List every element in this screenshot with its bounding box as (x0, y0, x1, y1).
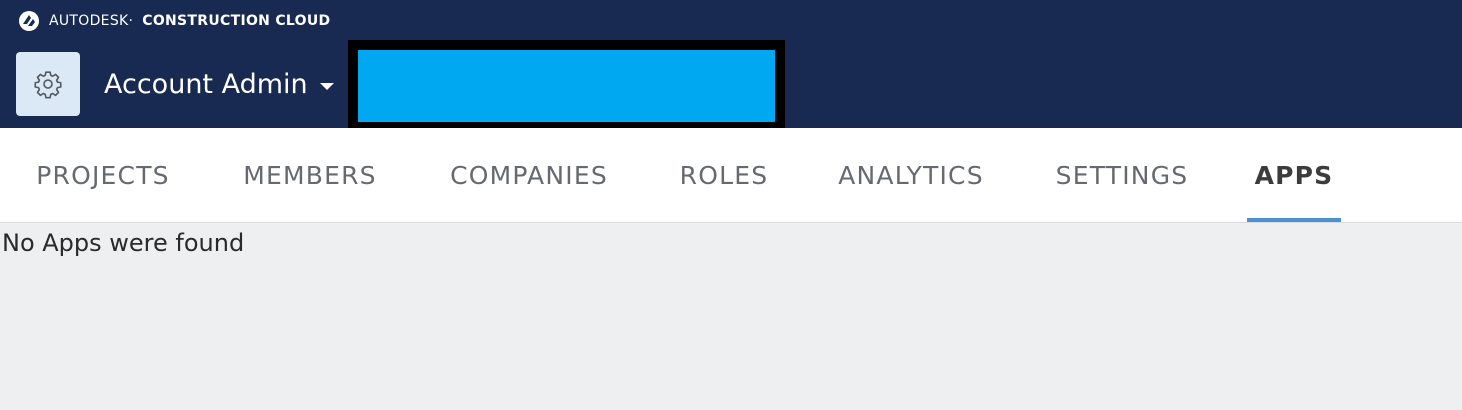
app-title: Account Admin (104, 68, 308, 100)
tab-label: MEMBERS (243, 160, 377, 190)
tab-apps[interactable]: APPS (1247, 128, 1341, 222)
tab-label: ROLES (679, 160, 769, 190)
brand-name-regular: AUTODESK· (49, 13, 134, 29)
tab-settings[interactable]: SETTINGS (1038, 128, 1206, 222)
tab-label: SETTINGS (1055, 160, 1189, 190)
brand: AUTODESK· CONSTRUCTION CLOUD (18, 10, 330, 32)
tab-roles[interactable]: ROLES (664, 128, 784, 222)
tab-bar: PROJECTS MEMBERS COMPANIES ROLES ANALYTI… (0, 128, 1462, 223)
tab-analytics[interactable]: ANALYTICS (822, 128, 1000, 222)
gear-icon (34, 71, 62, 99)
tab-label: APPS (1254, 160, 1334, 190)
tab-projects[interactable]: PROJECTS (17, 128, 189, 222)
brand-name-bold: CONSTRUCTION CLOUD (142, 13, 331, 29)
settings-button[interactable] (16, 52, 80, 116)
tab-label: PROJECTS (36, 160, 170, 190)
account-admin-dropdown[interactable]: Account Admin (104, 64, 334, 104)
tab-members[interactable]: MEMBERS (225, 128, 395, 222)
tab-companies[interactable]: COMPANIES (432, 128, 626, 222)
redacted-area (348, 40, 785, 132)
caret-down-icon (319, 82, 334, 90)
tab-label: ANALYTICS (838, 160, 984, 190)
autodesk-logo-icon (19, 11, 39, 31)
top-header: AUTODESK· CONSTRUCTION CLOUD Account Adm… (0, 0, 1462, 132)
redacted-fill (358, 50, 775, 122)
empty-state-message: No Apps were found (2, 229, 245, 257)
tab-label: COMPANIES (450, 160, 608, 190)
content-area: No Apps were found (0, 223, 1462, 410)
